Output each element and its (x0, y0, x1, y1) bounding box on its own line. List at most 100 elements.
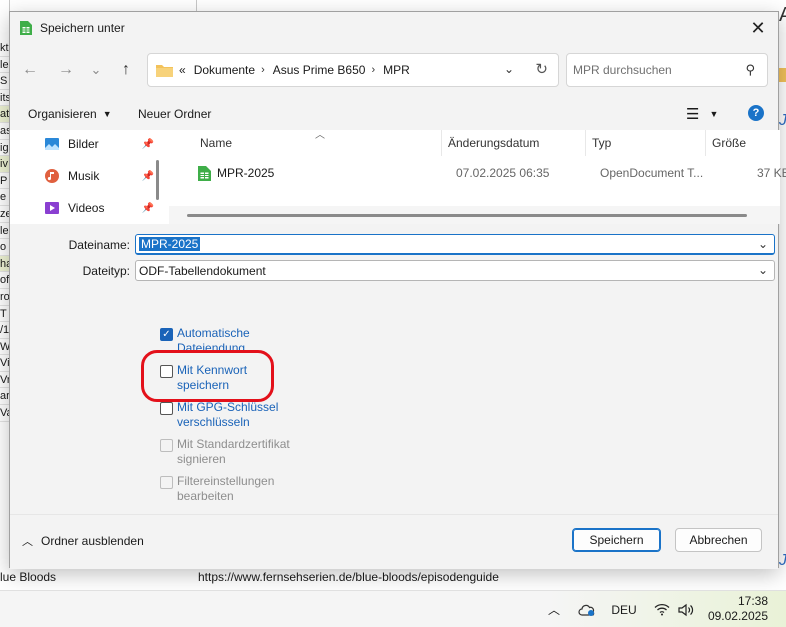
new-folder-button[interactable]: Neuer Ordner (138, 100, 211, 128)
file-type: OpenDocument T... (600, 166, 704, 180)
pin-icon[interactable]: 📌 (142, 203, 154, 214)
background-cell: le (0, 223, 9, 240)
onedrive-status-icon[interactable] (576, 591, 598, 627)
pin-icon[interactable]: 📌 (142, 171, 154, 182)
background-cell: ar (0, 388, 9, 406)
column-divider[interactable] (441, 130, 442, 156)
save-as-dialog: Speichern unter ✕ ← → ⌄ ↑ « Dokumente › … (9, 11, 786, 569)
breadcrumb-dokumente[interactable]: Dokumente (194, 63, 255, 77)
recent-locations-button[interactable]: ⌄ (82, 58, 110, 82)
volume-icon[interactable] (676, 591, 696, 627)
gpg-encrypt-checkbox[interactable] (160, 402, 173, 415)
language-indicator[interactable]: DEU (610, 591, 638, 627)
view-options-icon[interactable]: ☰ ▼ (686, 100, 718, 128)
background-cell: o (0, 239, 9, 256)
background-cell: of (0, 272, 9, 289)
clock-time: 17:38 (737, 594, 768, 608)
chevron-down-icon[interactable]: ⌄ (758, 263, 768, 277)
sidebar-item-label: Bilder (68, 137, 99, 151)
search-icon[interactable]: ⚲ (745, 62, 755, 78)
cancel-button[interactable]: Abbrechen (675, 528, 762, 552)
column-divider[interactable] (705, 130, 706, 156)
organize-button[interactable]: Organisieren ▼ (28, 100, 112, 128)
horizontal-scrollbar[interactable] (187, 214, 747, 217)
file-row[interactable]: MPR-2025 07.02.2025 06:35 OpenDocument T… (177, 162, 786, 186)
background-letter: A (779, 4, 786, 26)
hide-folders-label: Ordner ausblenden (41, 534, 144, 548)
breadcrumb-asus-prime[interactable]: Asus Prime B650 (273, 63, 366, 77)
filetype-select[interactable]: ODF-Tabellendokument ⌄ (135, 260, 775, 281)
address-bar[interactable]: « Dokumente › Asus Prime B650 › MPR ⌄ ↻ (147, 53, 559, 87)
save-form: Dateiname: MPR-2025 ⌄ Dateityp: ODF-Tabe… (10, 224, 778, 514)
column-header-size[interactable]: Größe (712, 130, 746, 156)
help-icon[interactable]: ? (748, 105, 764, 121)
clock-date: 09.02.2025 (707, 609, 768, 623)
pin-icon[interactable]: 📌 (142, 139, 154, 150)
chevron-up-icon: ︿ (22, 536, 33, 548)
background-cell: Vri (0, 372, 9, 389)
background-url-cell: https://www.fernsehserien.de/blue-bloods… (198, 570, 499, 584)
sidebar-item-videos[interactable]: Videos 📌 (36, 196, 156, 220)
file-size: 37 KB (757, 166, 786, 180)
show-hidden-icons-chevron-icon[interactable]: ︿ (544, 591, 564, 627)
breadcrumb-mpr[interactable]: MPR (383, 63, 410, 77)
navigation-pane: Bilder 📌 Musik 📌 Videos 📌 (10, 130, 160, 224)
background-cell: ro (0, 289, 9, 306)
option-auto-extension[interactable]: ✓ Automatische Dateiendung (160, 326, 310, 350)
title-bar: Speichern unter ✕ (10, 12, 778, 44)
taskbar: ︿ DEU 17:38 09.02.2025 (0, 590, 786, 627)
background-cell: S (0, 73, 9, 90)
column-header-name[interactable]: Name (200, 130, 232, 156)
option-edit-filter: Filtereinstellungen bearbeiten (160, 474, 310, 504)
search-box[interactable]: ⚲ (566, 53, 768, 87)
browser-pane: Bilder 📌 Musik 📌 Videos 📌 Name ︿ Änderun… (10, 130, 786, 224)
filename-field[interactable]: MPR-2025 ⌄ (135, 234, 775, 255)
edit-filter-checkbox (160, 476, 173, 489)
breadcrumb-separator[interactable]: › (371, 64, 375, 76)
background-cell: e (0, 189, 9, 206)
clock[interactable]: 17:38 09.02.2025 (708, 594, 768, 624)
filename-value[interactable]: MPR-2025 (139, 237, 201, 251)
background-cell: ha (0, 255, 9, 273)
breadcrumb-separator[interactable]: › (261, 64, 265, 76)
refresh-icon[interactable]: ↻ (535, 60, 548, 78)
background-right-edge: A J J (779, 0, 786, 590)
command-bar: Organisieren ▼ Neuer Ordner ☰ ▼ ? (10, 100, 778, 128)
close-button[interactable]: ✕ (738, 12, 778, 44)
chevron-down-icon[interactable]: ⌄ (758, 237, 768, 251)
back-button[interactable]: ← (16, 58, 44, 82)
sign-certificate-checkbox (160, 439, 173, 452)
forward-button[interactable]: → (52, 58, 80, 82)
breadcrumb-overflow[interactable]: « (179, 63, 186, 77)
background-cell: Wh (0, 339, 9, 356)
option-label: Mit Standardzertifikat signieren (177, 437, 290, 466)
option-label: Mit GPG-Schlüssel verschlüsseln (177, 400, 279, 429)
file-list: Name ︿ Änderungsdatum Typ Größe MPR-2025… (169, 130, 786, 224)
save-button[interactable]: Speichern (572, 528, 661, 552)
organize-label: Organisieren (28, 107, 97, 121)
sort-ascending-icon: ︿ (315, 130, 325, 141)
hide-folders-toggle[interactable]: ︿ Ordner ausblenden (22, 533, 144, 549)
dialog-title: Speichern unter (40, 21, 125, 35)
address-dropdown-icon[interactable]: ⌄ (504, 62, 514, 76)
chevron-down-icon: ▼ (102, 109, 112, 119)
search-input[interactable] (573, 63, 733, 77)
background-cell: T (0, 306, 9, 323)
auto-extension-checkbox[interactable]: ✓ (160, 328, 173, 341)
pictures-icon (45, 138, 59, 150)
up-button[interactable]: ↑ (112, 58, 140, 82)
calc-file-icon (198, 166, 211, 181)
background-cell: its (0, 90, 9, 107)
column-header-type[interactable]: Typ (592, 130, 611, 156)
background-cell: iv (0, 156, 9, 173)
column-divider[interactable] (585, 130, 586, 156)
sidebar-scrollbar[interactable] (156, 160, 159, 200)
sidebar-item-musik[interactable]: Musik 📌 (36, 164, 156, 188)
background-cell: /1 (0, 322, 9, 339)
background-cell: at (0, 106, 9, 123)
sidebar-item-bilder[interactable]: Bilder 📌 (36, 132, 156, 156)
option-gpg-encrypt[interactable]: Mit GPG-Schlüssel verschlüsseln (160, 400, 310, 430)
folder-icon (779, 68, 786, 82)
column-header-date[interactable]: Änderungsdatum (448, 130, 539, 156)
wifi-icon[interactable] (652, 591, 672, 627)
